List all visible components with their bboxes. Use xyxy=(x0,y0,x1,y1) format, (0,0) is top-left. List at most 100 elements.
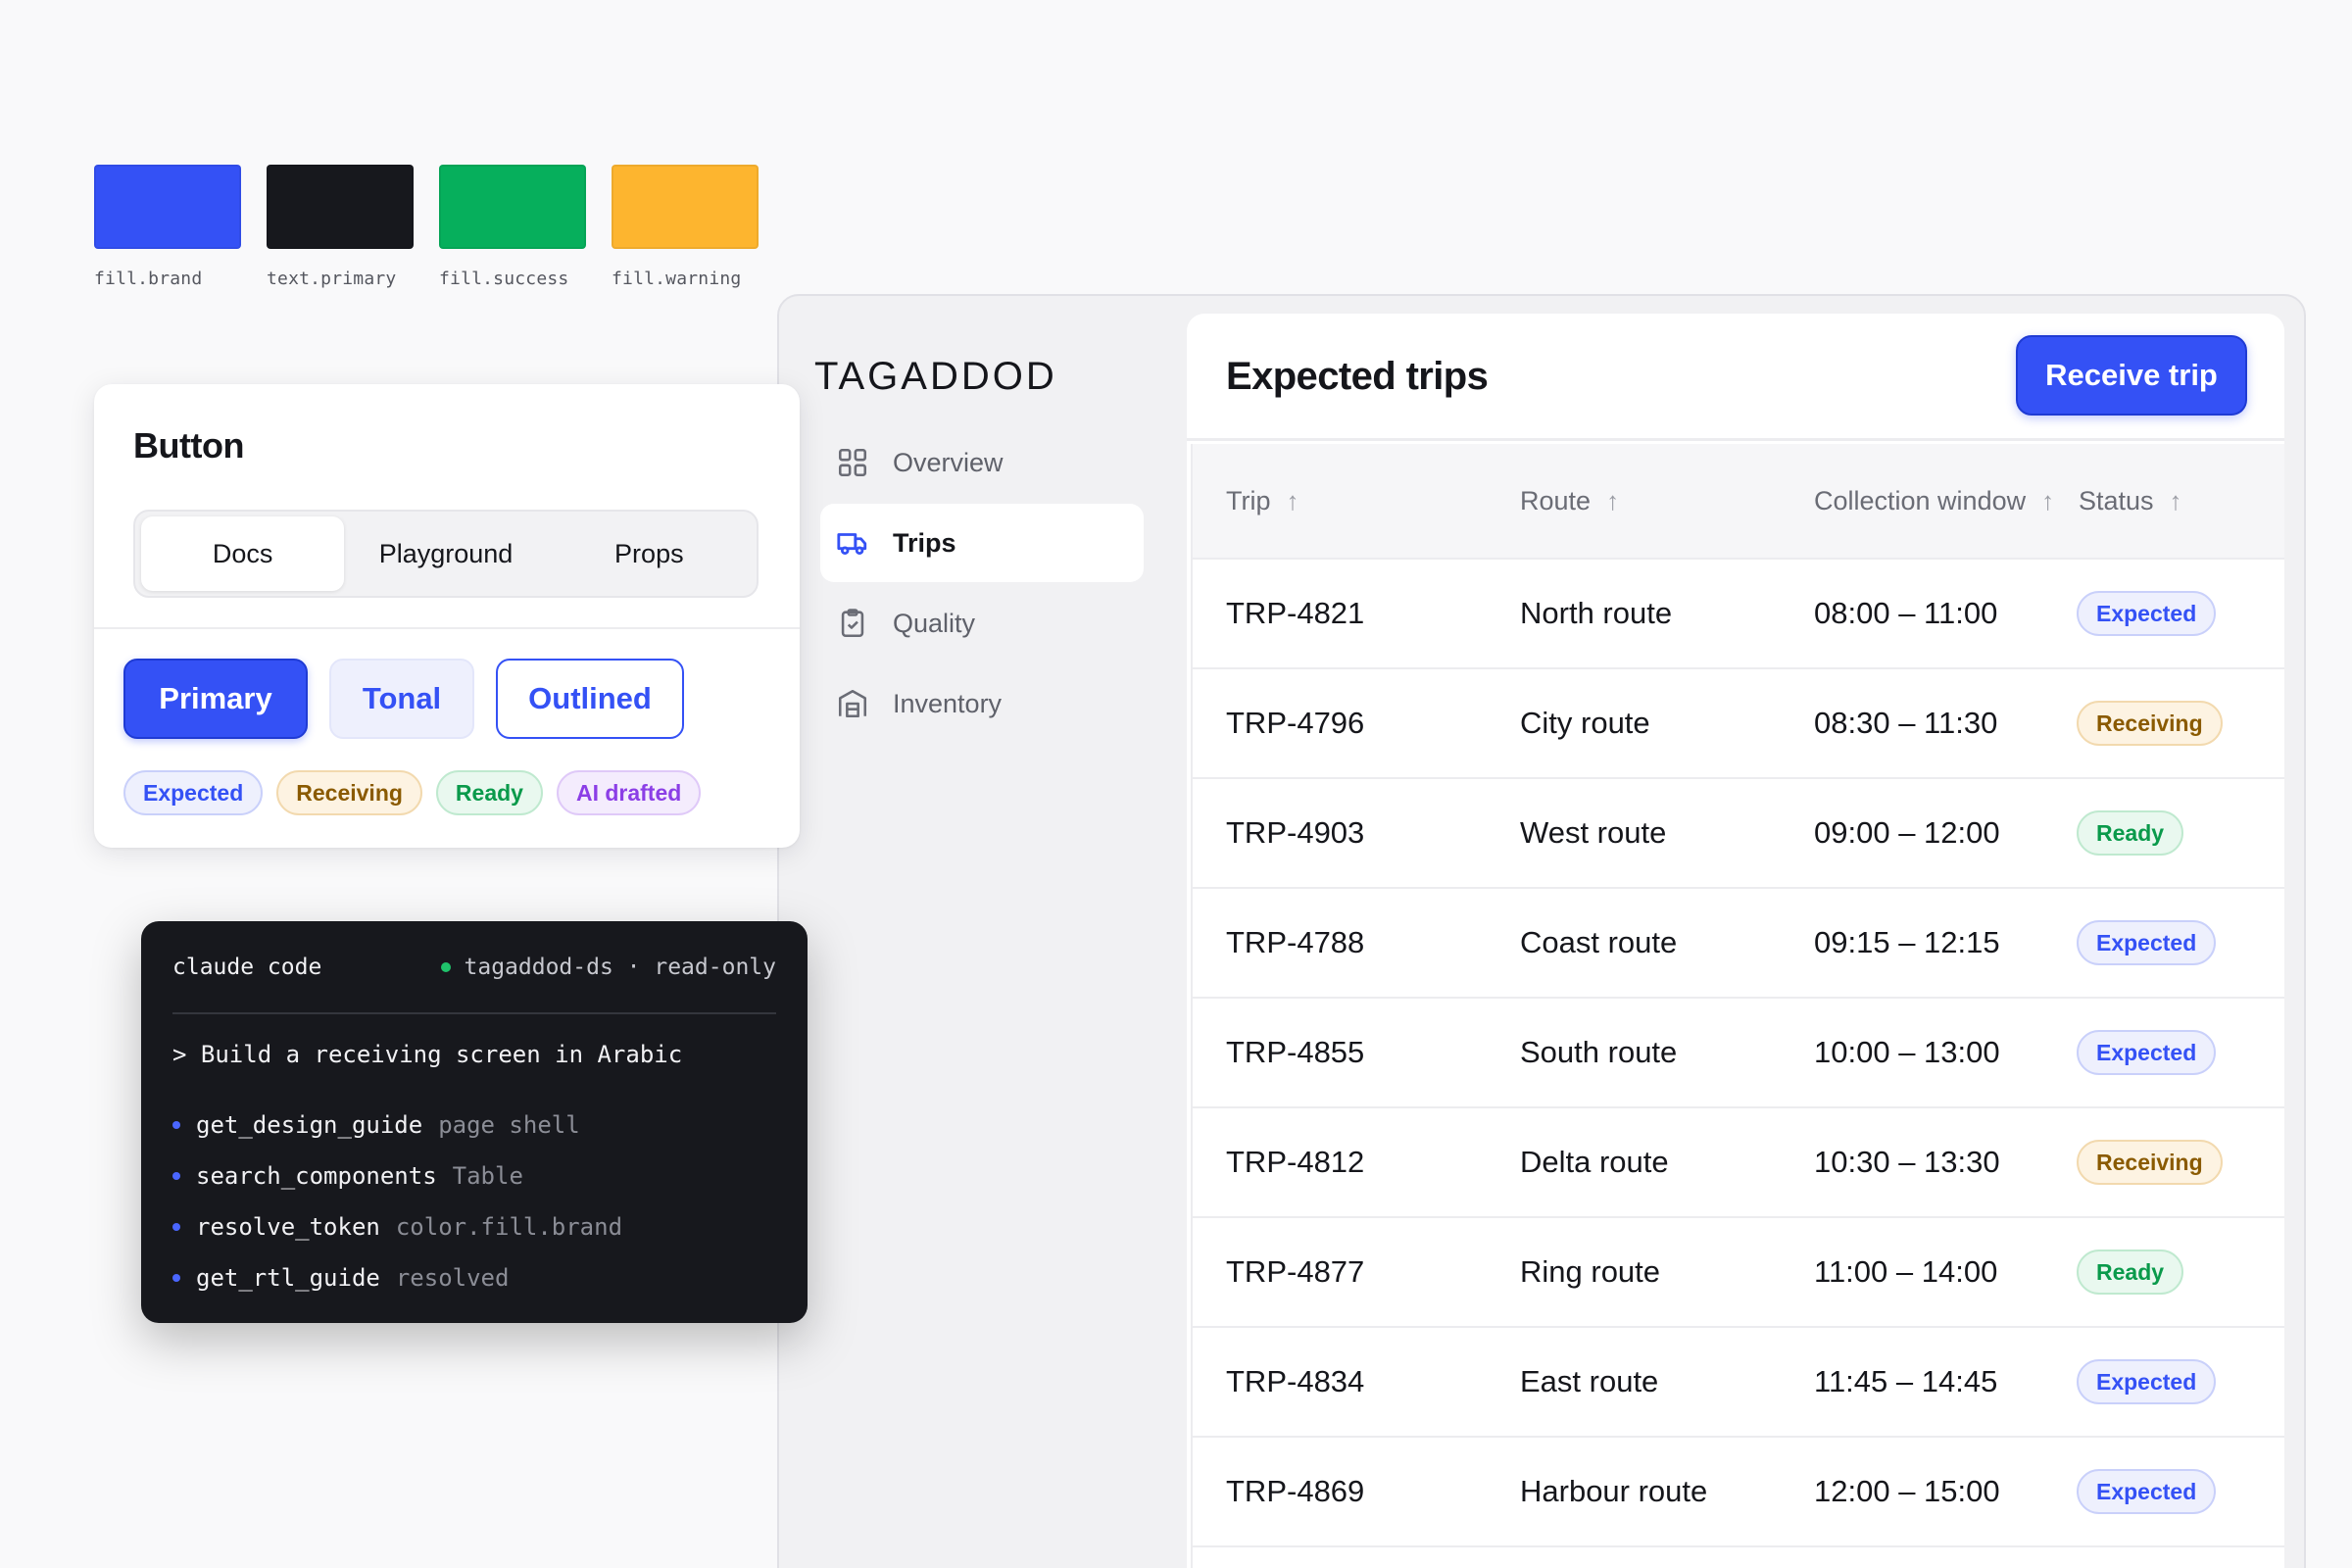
column-label: Status xyxy=(2079,485,2154,515)
sidebar-item-inventory[interactable]: Inventory xyxy=(820,664,1144,743)
collection-window: 10:00 – 13:00 xyxy=(1814,1035,2000,1069)
badge-ready: Ready xyxy=(435,770,543,815)
status-cell: Receiving xyxy=(2075,1140,2271,1185)
card-title: Button xyxy=(133,425,244,466)
trip-id: TRP-4855 xyxy=(1226,1035,1365,1069)
swatch-label: fill.brand xyxy=(94,269,203,289)
route-name: Harbour route xyxy=(1520,1474,1708,1508)
trip-id: TRP-4821 xyxy=(1226,596,1365,630)
status-badge: Expected xyxy=(2077,1359,2217,1404)
tool-call: resolve_token color.fill.brand xyxy=(172,1201,622,1252)
column-header-trip[interactable]: Trip ↑ xyxy=(1193,486,1487,516)
divider xyxy=(94,627,800,629)
warehouse-icon xyxy=(836,687,869,720)
swatch-color xyxy=(94,165,241,249)
column-label: Trip xyxy=(1226,485,1271,515)
sidebar-item-trips[interactable]: Trips xyxy=(820,504,1144,582)
outlined-button[interactable]: Outlined xyxy=(496,659,684,739)
status-text: tagaddod-ds · read-only xyxy=(464,955,777,980)
collection-window: 10:30 – 13:30 xyxy=(1814,1145,2000,1179)
table-header: Trip ↑ Route ↑ Collection window ↑ Statu… xyxy=(1193,444,2284,560)
swatch-fill-success: fill.success xyxy=(439,165,586,289)
sidebar-item-quality[interactable]: Quality xyxy=(820,584,1144,662)
route-name: City route xyxy=(1520,706,1650,740)
bullet-icon xyxy=(172,1121,180,1129)
column-label: Route xyxy=(1520,485,1592,515)
page-title: Expected trips xyxy=(1226,355,1489,398)
tool-call: get_design_guide page shell xyxy=(172,1100,622,1151)
column-header-route[interactable]: Route ↑ xyxy=(1487,486,1781,516)
table-row[interactable]: TRP-4796 City route 08:30 – 11:30 Receiv… xyxy=(1193,669,2284,779)
badge-variants: Expected Receiving Ready AI drafted xyxy=(123,770,702,815)
tab-playground[interactable]: Playground xyxy=(344,516,547,591)
main-panel: Expected trips Receive trip Trip ↑ Route… xyxy=(1187,314,2284,1568)
route-name: East route xyxy=(1520,1364,1659,1398)
table-row[interactable]: TRP-4812 Delta route 10:30 – 13:30 Recei… xyxy=(1193,1108,2284,1218)
tool-name: search_components xyxy=(196,1162,437,1190)
collection-window: 11:00 – 14:00 xyxy=(1814,1254,1998,1289)
table-row[interactable]: TRP-4821 North route 08:00 – 11:00 Expec… xyxy=(1193,560,2284,669)
route-name: West route xyxy=(1520,815,1667,850)
page-header: Expected trips Receive trip xyxy=(1187,314,2284,441)
tool-call: search_components Table xyxy=(172,1151,622,1201)
tonal-button[interactable]: Tonal xyxy=(329,659,474,739)
primary-button[interactable]: Primary xyxy=(123,659,308,739)
collection-window: 09:15 – 12:15 xyxy=(1814,925,2000,959)
connection-status: tagaddod-ds · read-only xyxy=(440,955,777,980)
route-name: Coast route xyxy=(1520,925,1678,959)
table-body: TRP-4821 North route 08:00 – 11:00 Expec… xyxy=(1193,560,2284,1547)
sidebar-item-label: Trips xyxy=(893,527,956,558)
tool-name: resolve_token xyxy=(196,1213,380,1241)
bullet-icon xyxy=(172,1223,180,1231)
tool-arg: resolved xyxy=(395,1264,510,1292)
tool-arg: color.fill.brand xyxy=(395,1213,623,1241)
doc-tabs: Docs Playground Props xyxy=(133,510,759,598)
column-header-collection-window[interactable]: Collection window ↑ xyxy=(1781,486,2075,516)
trip-id: TRP-4869 xyxy=(1226,1474,1365,1508)
status-cell: Expected xyxy=(2075,1469,2271,1514)
sort-arrow-icon: ↑ xyxy=(1286,485,1299,515)
status-badge: Expected xyxy=(2077,591,2217,636)
divider xyxy=(172,1012,776,1014)
trip-id: TRP-4903 xyxy=(1226,815,1365,850)
swatch-color xyxy=(439,165,586,249)
grid-icon xyxy=(836,446,869,479)
terminal-header: claude code tagaddod-ds · read-only xyxy=(172,955,776,980)
status-cell: Expected xyxy=(2075,920,2271,965)
tab-docs[interactable]: Docs xyxy=(141,516,345,591)
table-row[interactable]: TRP-4834 East route 11:45 – 14:45 Expect… xyxy=(1193,1328,2284,1438)
trip-id: TRP-4788 xyxy=(1226,925,1365,959)
status-cell: Expected xyxy=(2075,1030,2271,1075)
table-row[interactable]: TRP-4903 West route 09:00 – 12:00 Ready xyxy=(1193,779,2284,889)
receive-trip-button[interactable]: Receive trip xyxy=(2016,335,2247,416)
app-window: TAGADDOD Overview Trips Quality Inventor… xyxy=(777,294,2306,1568)
table-row[interactable]: TRP-4855 South route 10:00 – 13:00 Expec… xyxy=(1193,999,2284,1108)
sidebar-item-overview[interactable]: Overview xyxy=(820,423,1144,502)
route-name: Ring route xyxy=(1520,1254,1661,1289)
badge-expected: Expected xyxy=(123,770,264,815)
status-badge: Receiving xyxy=(2077,701,2223,746)
terminal-window: claude code tagaddod-ds · read-only > Bu… xyxy=(141,921,808,1323)
swatch-fill-brand: fill.brand xyxy=(94,165,241,289)
status-cell: Ready xyxy=(2075,1250,2271,1295)
status-cell: Ready xyxy=(2075,810,2271,856)
column-label: Collection window xyxy=(1814,485,2027,515)
tool-name: get_design_guide xyxy=(196,1111,423,1139)
status-cell: Expected xyxy=(2075,1359,2271,1404)
sidebar-item-label: Inventory xyxy=(893,688,1003,718)
user-prompt: > Build a receiving screen in Arabic xyxy=(172,1041,683,1068)
column-header-status[interactable]: Status ↑ xyxy=(2075,486,2271,516)
table-row[interactable]: TRP-4869 Harbour route 12:00 – 15:00 Exp… xyxy=(1193,1438,2284,1547)
trip-id: TRP-4834 xyxy=(1226,1364,1365,1398)
truck-icon xyxy=(836,526,869,560)
table-row[interactable]: TRP-4788 Coast route 09:15 – 12:15 Expec… xyxy=(1193,889,2284,999)
trip-id: TRP-4796 xyxy=(1226,706,1365,740)
bullet-icon xyxy=(172,1274,180,1282)
sidebar-nav: Overview Trips Quality Inventory xyxy=(820,423,1144,745)
tab-props[interactable]: Props xyxy=(548,516,751,591)
status-badge: Receiving xyxy=(2077,1140,2223,1185)
swatch-label: fill.warning xyxy=(612,269,742,289)
swatch-label: fill.success xyxy=(439,269,569,289)
swatch-label: text.primary xyxy=(267,269,397,289)
table-row[interactable]: TRP-4877 Ring route 11:00 – 14:00 Ready xyxy=(1193,1218,2284,1328)
